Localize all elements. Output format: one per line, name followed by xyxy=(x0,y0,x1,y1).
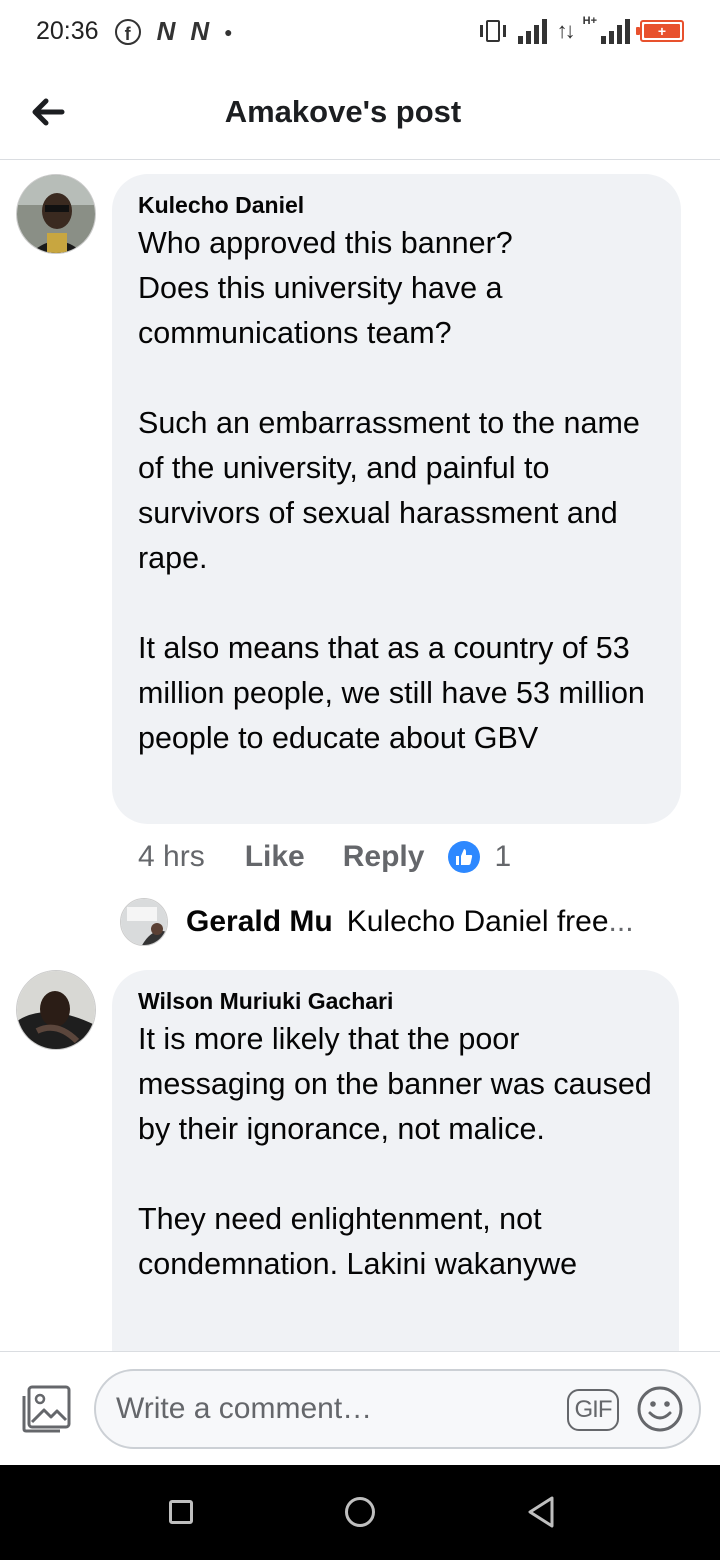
facebook-icon: f xyxy=(114,18,141,45)
photo-icon[interactable] xyxy=(20,1384,72,1434)
reaction-count[interactable]: 1 xyxy=(494,840,511,874)
avatar[interactable] xyxy=(120,898,168,946)
comment-author[interactable]: Kulecho Daniel xyxy=(138,192,655,219)
page-title: Amakove's post xyxy=(224,94,462,129)
like-button[interactable]: Like xyxy=(245,840,305,874)
avatar[interactable] xyxy=(16,970,96,1050)
vibrate-icon xyxy=(478,18,508,44)
comment-text: Who approved this banner? Does this univ… xyxy=(138,226,645,755)
comment-timestamp[interactable]: 4 hrs xyxy=(138,840,205,874)
recent-apps-icon[interactable] xyxy=(169,1500,193,1524)
signal-icon xyxy=(601,18,630,44)
dot-icon: ● xyxy=(224,23,233,40)
home-icon[interactable] xyxy=(345,1497,375,1527)
status-time: 20:36 xyxy=(36,17,99,45)
n-icon: N xyxy=(190,16,209,46)
emoji-icon[interactable] xyxy=(636,1385,684,1433)
data-arrows-icon: ↑↓ xyxy=(556,18,576,43)
reply-ellipsis: ... xyxy=(608,905,634,938)
comment-composer: GIF xyxy=(0,1351,720,1465)
comment-input-container[interactable]: GIF xyxy=(94,1369,701,1449)
signal-icon xyxy=(517,18,547,44)
gif-button[interactable]: GIF xyxy=(567,1389,619,1431)
comment-text: It is more likely that the poor messagin… xyxy=(138,1022,652,1281)
n-icon: N xyxy=(156,16,176,46)
comment-actions: 4 hrs Like Reply 1 xyxy=(138,840,511,874)
reply-button[interactable]: Reply xyxy=(343,840,425,874)
comment-bubble[interactable]: Wilson Muriuki Gachari It is more likely… xyxy=(112,970,679,1390)
system-nav-bar xyxy=(0,1465,720,1560)
reply-author[interactable]: Gerald Mu xyxy=(186,905,333,939)
post-header: Amakove's post xyxy=(0,66,720,160)
back-triangle-icon[interactable] xyxy=(526,1495,556,1529)
avatar[interactable] xyxy=(16,174,96,254)
thumbs-up-icon[interactable] xyxy=(448,841,481,873)
comment-bubble[interactable]: Kulecho Daniel Who approved this banner?… xyxy=(112,174,681,824)
status-bar: 20:36 f N N ● ↑↓ H+ + xyxy=(0,0,720,66)
reply-text: Kulecho Daniel free xyxy=(346,905,609,938)
battery-icon: + xyxy=(636,20,684,42)
reply-preview[interactable]: Gerald Mu Kulecho Daniel free ... xyxy=(120,898,680,946)
comment-author[interactable]: Wilson Muriuki Gachari xyxy=(138,988,653,1015)
network-type-label: H+ xyxy=(582,15,597,27)
comment-input[interactable] xyxy=(116,1371,556,1447)
